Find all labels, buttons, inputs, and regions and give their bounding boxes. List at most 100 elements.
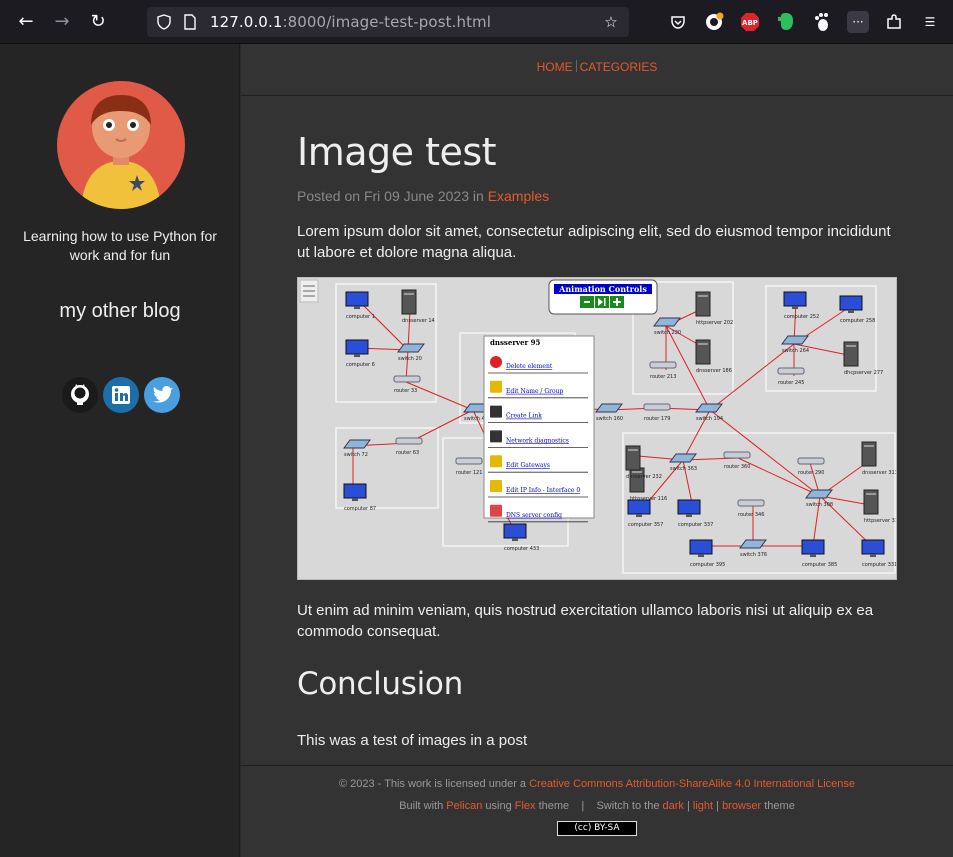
pocket-icon[interactable]	[667, 11, 689, 33]
using-text: using	[482, 800, 515, 812]
network-node[interactable]: router 121	[455, 457, 483, 476]
paragraph-intro: Lorem ipsum dolor sit amet, consectetur …	[297, 223, 891, 261]
copyright-text: © 2023 - This work is licensed under a	[338, 778, 530, 790]
context-menu-title: dnsserver 95	[490, 338, 541, 347]
node-label: computer 337	[678, 522, 713, 528]
network-node[interactable]: computer 357	[627, 499, 663, 528]
evernote-icon[interactable]	[775, 11, 797, 33]
node-label: computer 357	[628, 522, 663, 528]
network-node[interactable]: computer 258	[839, 295, 875, 324]
post-date: Posted on Fri 09 June 2023 in	[297, 188, 488, 204]
network-node[interactable]: router 346	[737, 499, 765, 518]
network-node[interactable]: router 63	[395, 437, 423, 456]
paragraph-middle: Ut enim ad minim veniam, quis nostrud ex…	[297, 602, 874, 640]
node-label: computer 1	[346, 314, 375, 320]
post-image: computer 1 dnsserver 14 computer 6 switch 2…	[297, 277, 897, 580]
network-node[interactable]: router 245	[777, 367, 805, 386]
cc-license-badge[interactable]: (cc) BY-SA	[557, 821, 637, 836]
network-node[interactable]: computer 337	[677, 499, 713, 528]
pelican-link[interactable]: Pelican	[446, 800, 482, 812]
node-label: router 179	[644, 416, 670, 422]
network-node[interactable]: computer 1	[345, 291, 375, 320]
node-label: switch 264	[782, 348, 809, 354]
forward-arrow-icon[interactable]: →	[50, 10, 74, 34]
bookmark-star-icon[interactable]: ☆	[600, 11, 622, 33]
network-node[interactable]: switch 376	[739, 539, 767, 558]
node-label: switch 72	[344, 452, 368, 458]
network-node[interactable]: computer 433	[503, 523, 539, 552]
network-node[interactable]: router 360	[723, 451, 751, 470]
twitter-icon[interactable]	[144, 377, 180, 413]
adblock-icon[interactable]: ABP	[739, 11, 761, 33]
network-node[interactable]: router 179	[643, 403, 671, 422]
node-label: switch 363	[670, 466, 697, 472]
context-menu-item-label: Edit Name / Group	[506, 388, 563, 395]
gnome-foot-icon[interactable]	[811, 11, 833, 33]
linkedin-icon[interactable]	[103, 377, 139, 413]
network-node[interactable]: computer 252	[783, 291, 819, 320]
network-node[interactable]: switch 72	[343, 439, 371, 458]
extensions-puzzle-icon[interactable]	[883, 11, 905, 33]
post-meta: Posted on Fri 09 June 2023 in Examples	[297, 188, 549, 204]
address-bar[interactable]: 127.0.0.1:8000/image-test-post.html ☆	[147, 7, 629, 37]
nav-categories-link[interactable]: Categories	[580, 60, 658, 74]
network-node[interactable]: switch 160	[595, 403, 623, 422]
node-label: switch 220	[654, 330, 681, 336]
category-link[interactable]: Examples	[488, 188, 549, 204]
avatar[interactable]	[57, 81, 185, 209]
url-text[interactable]: 127.0.0.1:8000/image-test-post.html	[210, 13, 491, 31]
flex-link[interactable]: Flex	[515, 800, 536, 812]
network-node[interactable]: switch 264	[781, 335, 809, 354]
network-node[interactable]: computer 87	[343, 483, 376, 512]
node-label: router 360	[724, 464, 750, 470]
node-label: computer 385	[802, 562, 837, 568]
license-link[interactable]: Creative Commons Attribution-ShareAlike …	[529, 778, 855, 790]
network-node[interactable]: router 33	[393, 375, 421, 394]
paragraph-conclusion: This was a test of images in a post	[297, 732, 528, 749]
node-label: router 213	[650, 374, 676, 380]
page-icon[interactable]	[179, 11, 201, 33]
network-node[interactable]: httpserver 202	[695, 291, 733, 326]
post-title: Image test	[297, 130, 497, 174]
node-label: computer 331	[862, 562, 897, 568]
extension-dots-icon[interactable]: ···	[847, 11, 869, 33]
node-label: computer 6	[346, 362, 375, 368]
node-label: router 346	[738, 512, 764, 518]
browser-theme-link[interactable]: browser	[722, 800, 761, 812]
network-node[interactable]: computer 395	[689, 539, 725, 568]
dark-theme-link[interactable]: dark	[663, 800, 684, 812]
nav-home-link[interactable]: Home	[537, 60, 573, 74]
other-blog-link[interactable]: my other blog	[0, 300, 240, 323]
node-label: switch 20	[398, 356, 422, 362]
node-label: computer 258	[840, 318, 875, 324]
network-node[interactable]: dhcpserver 277	[843, 341, 883, 376]
network-node[interactable]: dnsserver 313	[861, 441, 897, 476]
network-node[interactable]: dnsserver 14	[401, 289, 435, 324]
url-path: :8000/image-test-post.html	[282, 13, 492, 31]
shield-icon[interactable]	[153, 11, 175, 33]
network-node[interactable]: switch 20	[397, 343, 425, 362]
hamburger-menu-icon[interactable]: ☰	[919, 11, 941, 33]
conclusion-heading: Conclusion	[297, 666, 463, 702]
theme-suffix-text: theme	[761, 800, 795, 812]
node-label: router 121	[456, 470, 482, 476]
network-node[interactable]: dnsserver 186	[695, 339, 732, 374]
network-node[interactable]: switch 194	[695, 403, 723, 422]
network-node[interactable]: computer 331	[861, 539, 897, 568]
account-icon[interactable]	[703, 11, 725, 33]
back-arrow-icon[interactable]: ←	[14, 10, 38, 34]
github-icon[interactable]	[62, 377, 98, 413]
node-label: computer 395	[690, 562, 725, 568]
network-node[interactable]: router 213	[649, 361, 677, 380]
theme-switch-text: theme | Switch to the	[535, 800, 663, 812]
node-label: switch 160	[596, 416, 623, 422]
node-label: computer 252	[784, 314, 819, 320]
node-label: switch 376	[740, 552, 767, 558]
context-menu-item-label: Create Link	[506, 413, 542, 420]
network-node[interactable]: httpserver 319	[863, 489, 897, 524]
network-node[interactable]: dnsserver 232	[625, 445, 662, 480]
network-node[interactable]: computer 385	[801, 539, 837, 568]
reload-icon[interactable]: ↻	[86, 10, 110, 34]
network-node[interactable]: computer 6	[345, 339, 375, 368]
light-theme-link[interactable]: light	[693, 800, 713, 812]
